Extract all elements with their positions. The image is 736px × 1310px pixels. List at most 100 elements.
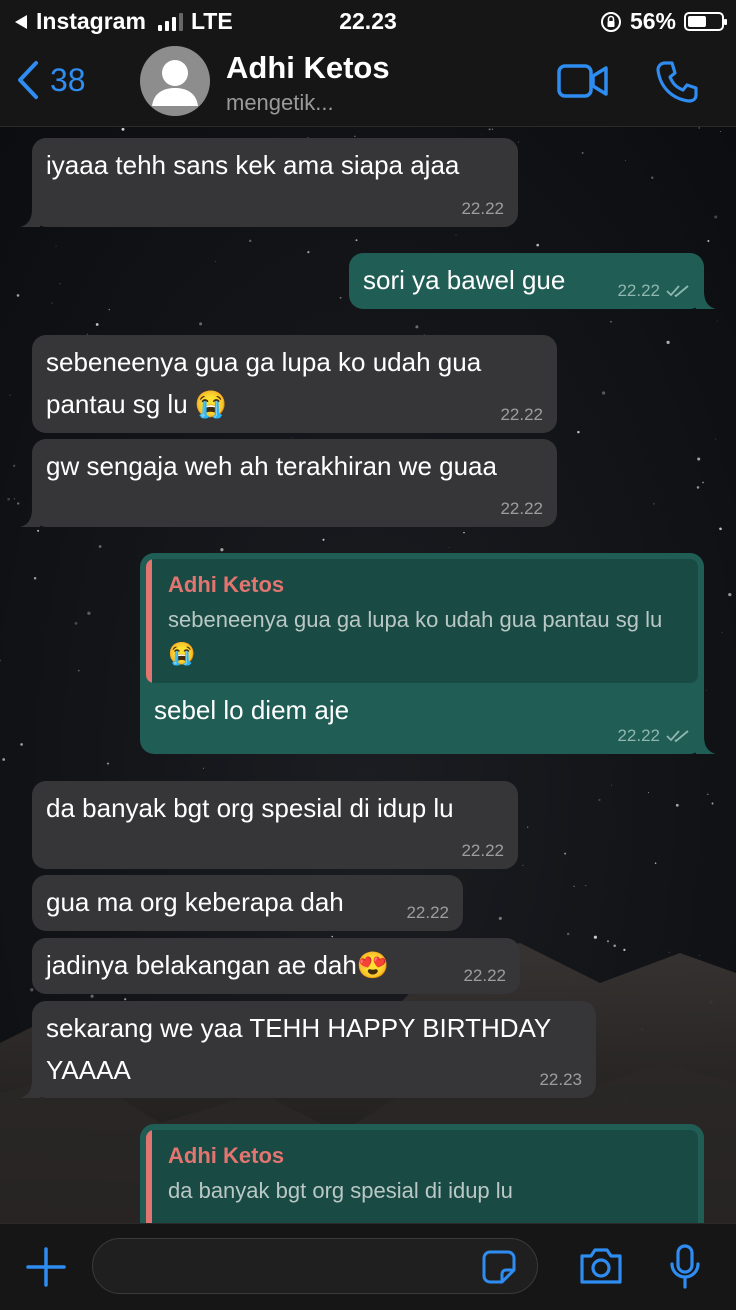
incoming-message[interactable]: sekarang we yaa TEHH HAPPY BIRTHDAY YAAA… bbox=[20, 1001, 596, 1098]
incoming-message[interactable]: sebeneenya gua ga lupa ko udah gua panta… bbox=[32, 335, 557, 433]
sticker-icon[interactable] bbox=[481, 1249, 517, 1285]
bubble-tail bbox=[20, 509, 40, 527]
star bbox=[698, 127, 700, 129]
incoming-message[interactable]: jadinya belakangan ae dah😍 22.22 bbox=[32, 938, 520, 994]
double-check-icon bbox=[666, 285, 689, 298]
star bbox=[675, 803, 679, 807]
battery-percent: 56% bbox=[629, 8, 676, 34]
star bbox=[715, 438, 717, 440]
star bbox=[728, 592, 732, 597]
star bbox=[707, 240, 710, 242]
star bbox=[522, 864, 524, 866]
incoming-message[interactable]: gua ma org keberapa dah 22.22 bbox=[32, 875, 463, 931]
message-input[interactable] bbox=[92, 1238, 538, 1294]
quoted-sender: Adhi Ketos bbox=[168, 1143, 285, 1168]
star bbox=[59, 283, 61, 285]
camera-icon[interactable] bbox=[578, 1246, 624, 1286]
quoted-message[interactable]: Adhi Ketos sebeneenya gua ga lupa ko uda… bbox=[146, 559, 698, 683]
star bbox=[481, 134, 483, 135]
message-time: 22.22 bbox=[406, 903, 449, 922]
star bbox=[33, 577, 37, 580]
star bbox=[13, 464, 16, 467]
star bbox=[654, 862, 657, 864]
star bbox=[714, 215, 718, 219]
message-time: 22.22 bbox=[461, 841, 504, 860]
outgoing-message[interactable]: sori ya bawel gue 22.22 bbox=[349, 253, 716, 309]
star bbox=[13, 498, 15, 500]
star bbox=[322, 538, 325, 541]
message-text: da banyak bgt org spesial di idup lu bbox=[46, 793, 454, 823]
double-check-icon bbox=[666, 730, 689, 743]
unread-count: 38 bbox=[50, 61, 86, 98]
contact-name[interactable]: Adhi Ketos bbox=[226, 50, 390, 86]
message-time: 22.22 bbox=[461, 199, 504, 218]
star bbox=[716, 320, 718, 322]
star bbox=[355, 239, 358, 242]
star bbox=[711, 802, 714, 805]
star bbox=[653, 503, 655, 505]
bubble-tail bbox=[20, 209, 40, 227]
incoming-message[interactable]: da banyak bgt org spesial di idup lu 22.… bbox=[32, 781, 518, 869]
message-time: 22.22 bbox=[617, 281, 660, 300]
star bbox=[564, 852, 567, 855]
star bbox=[20, 743, 23, 746]
star bbox=[37, 529, 40, 532]
video-call-icon[interactable] bbox=[557, 62, 609, 100]
avatar[interactable] bbox=[140, 46, 210, 116]
star bbox=[121, 127, 125, 131]
star bbox=[292, 437, 293, 438]
star bbox=[248, 239, 252, 243]
star bbox=[577, 430, 580, 434]
status-bar: Instagram LTE 22.23 56% bbox=[0, 0, 736, 40]
quoted-sender: Adhi Ketos bbox=[168, 572, 285, 597]
star bbox=[705, 689, 707, 691]
message-time: 22.22 bbox=[463, 966, 506, 985]
star bbox=[98, 545, 102, 548]
message-time: 22.22 bbox=[617, 726, 660, 745]
quoted-text: sebeneenya gua ga lupa ko udah gua panta… bbox=[168, 607, 663, 666]
incoming-message[interactable]: iyaaa tehh sans kek ama siapa ajaa 22.22 bbox=[20, 138, 518, 227]
microphone-icon[interactable] bbox=[668, 1244, 702, 1290]
star bbox=[527, 826, 529, 828]
message-text: jadinya belakangan ae dah😍 bbox=[46, 950, 390, 980]
star bbox=[518, 141, 519, 143]
star bbox=[455, 234, 457, 236]
outgoing-reply-message[interactable]: Adhi Ketos sebeneenya gua ga lupa ko uda… bbox=[140, 553, 716, 754]
message-time: 22.23 bbox=[539, 1070, 582, 1089]
orientation-lock-icon bbox=[600, 11, 621, 32]
star bbox=[585, 885, 587, 887]
quoted-text: da banyak bgt org spesial di idup lu bbox=[168, 1178, 513, 1203]
star bbox=[491, 128, 494, 130]
message-time-read: 22.22 bbox=[617, 726, 690, 746]
star bbox=[108, 308, 110, 311]
star bbox=[199, 322, 203, 326]
star bbox=[666, 340, 670, 345]
message-text: sebeneenya gua ga lupa ko udah gua panta… bbox=[46, 347, 482, 419]
back-button[interactable]: 38 bbox=[16, 60, 86, 100]
bubble-tail bbox=[20, 1080, 40, 1098]
star bbox=[51, 302, 53, 304]
message-time: 22.22 bbox=[500, 499, 543, 518]
message-text: sebel lo diem aje bbox=[154, 695, 350, 725]
phone-call-icon[interactable] bbox=[655, 60, 699, 104]
star bbox=[215, 261, 217, 263]
bubble-tail bbox=[696, 291, 716, 309]
message-time-read: 22.22 bbox=[617, 281, 690, 301]
star bbox=[9, 394, 11, 396]
star bbox=[573, 885, 575, 887]
star bbox=[74, 622, 78, 625]
star bbox=[611, 784, 612, 786]
star bbox=[719, 527, 722, 531]
incoming-message[interactable]: gw sengaja weh ah terakhiran we guaa 22.… bbox=[20, 439, 557, 527]
compose-bar bbox=[0, 1223, 736, 1310]
star bbox=[77, 669, 80, 672]
star bbox=[647, 792, 649, 794]
bubble-tail bbox=[696, 736, 716, 754]
star bbox=[498, 916, 502, 920]
star bbox=[0, 659, 2, 662]
star bbox=[697, 457, 701, 461]
star bbox=[55, 245, 57, 247]
star bbox=[707, 793, 709, 796]
outgoing-reply-message[interactable]: Adhi Ketos da banyak bgt org spesial di … bbox=[140, 1124, 704, 1240]
plus-icon[interactable] bbox=[25, 1246, 67, 1288]
